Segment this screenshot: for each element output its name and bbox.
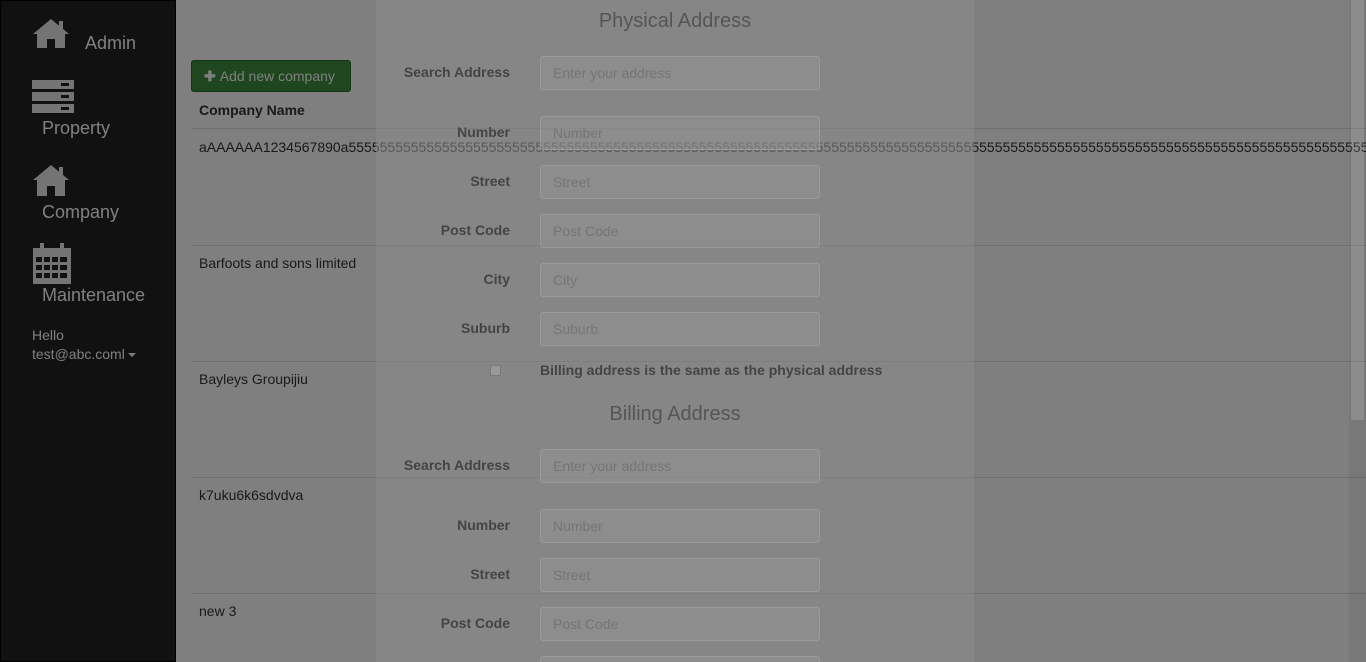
physical-city-label: City — [483, 271, 510, 287]
physical-postcode-label: Post Code — [440, 222, 510, 238]
scrollbar-thumb[interactable] — [1351, 0, 1364, 420]
same-address-label: Billing address is the same as the physi… — [540, 362, 883, 378]
billing-search-input[interactable] — [540, 449, 820, 483]
same-address-checkbox[interactable] — [490, 365, 501, 376]
physical-street-input[interactable] — [540, 165, 820, 199]
physical-suburb-input[interactable] — [540, 312, 820, 346]
billing-postcode-label: Post Code — [440, 615, 510, 631]
company-address-modal: Physical Address Search Address Number S… — [376, 0, 974, 662]
physical-street-label: Street — [470, 173, 510, 189]
page-scrollbar[interactable] — [1349, 0, 1366, 662]
physical-search-label: Search Address — [403, 64, 510, 80]
billing-postcode-input[interactable] — [540, 607, 820, 641]
billing-street-label: Street — [470, 566, 510, 582]
physical-postcode-input[interactable] — [540, 214, 820, 248]
physical-suburb-label: Suburb — [461, 320, 510, 336]
physical-search-input[interactable] — [540, 56, 820, 90]
billing-street-input[interactable] — [540, 558, 820, 592]
billing-next-input[interactable] — [540, 656, 820, 662]
physical-number-label: Number — [457, 124, 510, 140]
physical-address-title: Physical Address — [598, 10, 752, 32]
physical-number-input[interactable] — [540, 116, 820, 150]
billing-number-label: Number — [457, 517, 510, 533]
billing-address-title: Billing Address — [609, 403, 741, 425]
billing-search-label: Search Address — [403, 457, 510, 473]
billing-number-input[interactable] — [540, 509, 820, 543]
physical-city-input[interactable] — [540, 263, 820, 297]
